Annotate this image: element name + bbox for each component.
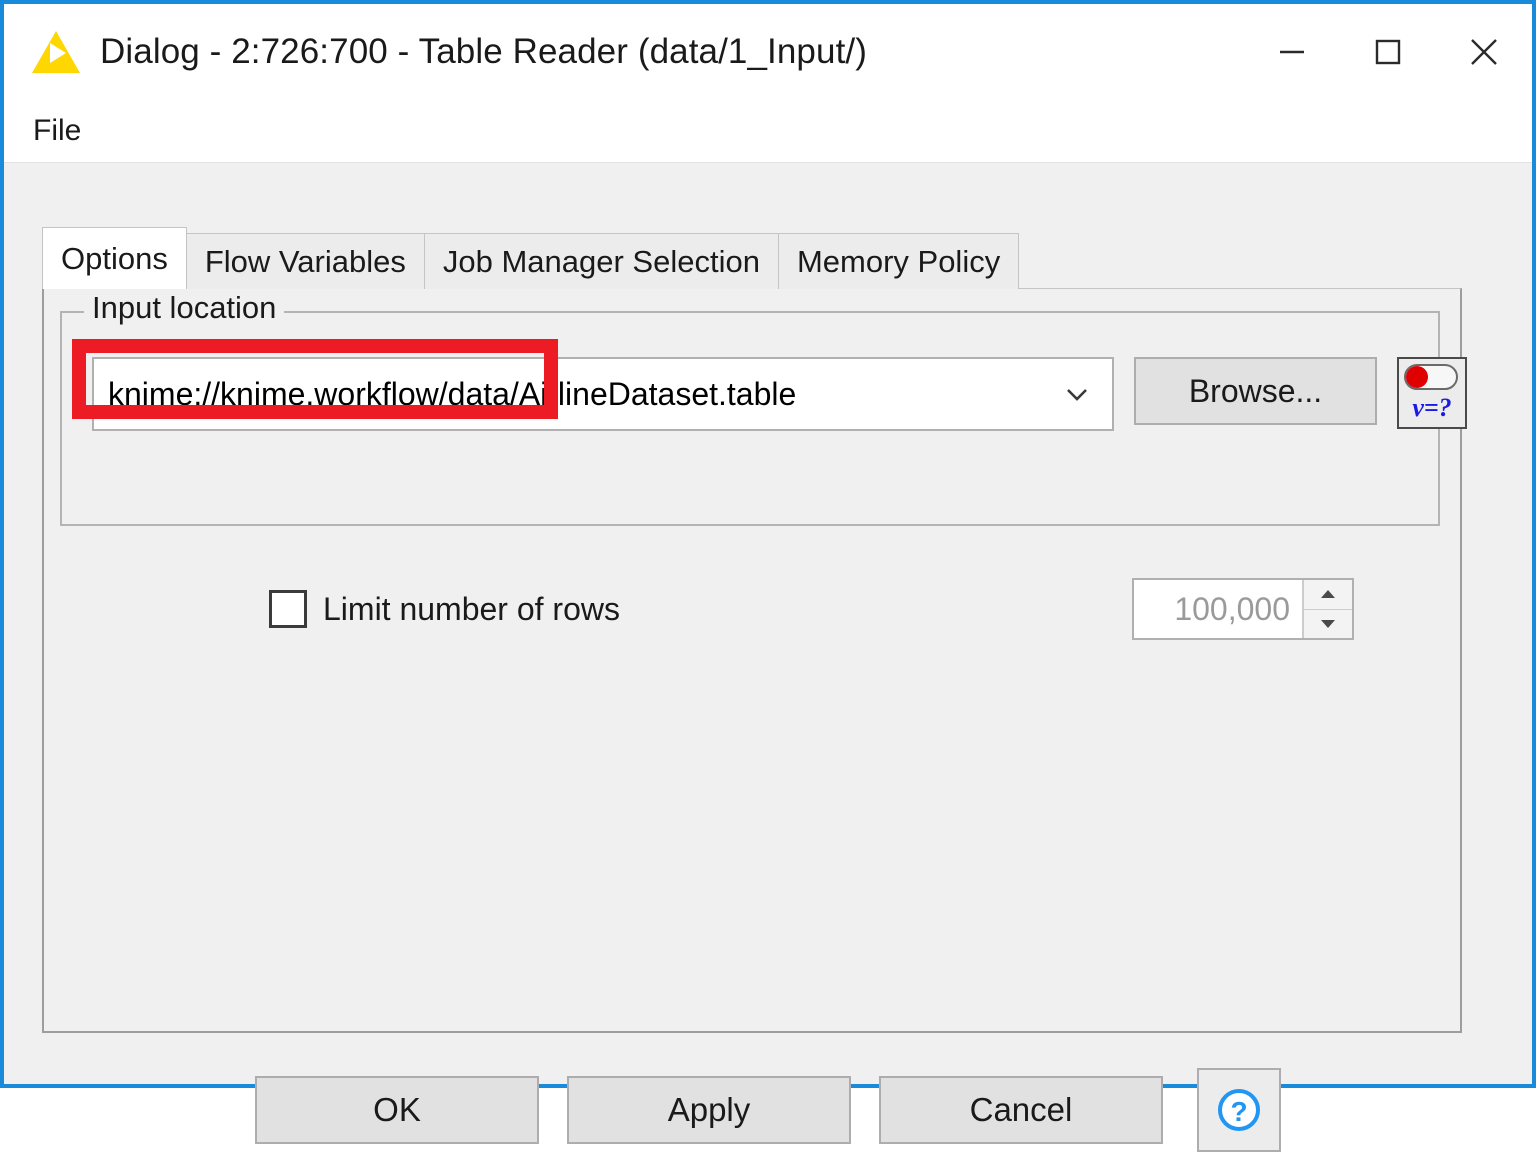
spinner-up-arrow-icon (1321, 590, 1335, 599)
spinner-up-button[interactable] (1304, 580, 1352, 610)
limit-rows-label: Limit number of rows (323, 590, 620, 627)
ok-button[interactable]: OK (255, 1076, 539, 1144)
svg-text:v=?: v=? (1412, 393, 1451, 422)
input-location-group-title: Input location (84, 290, 285, 326)
dialog-window: Dialog - 2:726:700 - Table Reader (data/… (0, 0, 1536, 1152)
menu-item-file[interactable]: File (19, 110, 95, 152)
spinner-down-button[interactable] (1304, 609, 1352, 638)
apply-button[interactable]: Apply (567, 1076, 851, 1144)
chevron-down-icon[interactable] (1064, 381, 1090, 407)
menu-bar: File (4, 100, 1532, 163)
minimize-button[interactable] (1244, 4, 1340, 100)
spinner-down-arrow-icon (1321, 619, 1335, 628)
flow-variable-icon: v=? (1399, 359, 1465, 427)
row-limit-value: 100,000 (1174, 590, 1290, 627)
minimize-icon (1280, 50, 1304, 54)
browse-button[interactable]: Browse... (1134, 357, 1377, 425)
spinner-arrows (1302, 580, 1352, 638)
maximize-icon (1375, 39, 1401, 65)
row-limit-spinner[interactable]: 100,000 (1132, 578, 1354, 640)
help-question-icon: ? (1218, 1089, 1260, 1131)
tab-memory-policy[interactable]: Memory Policy (777, 233, 1020, 289)
tab-flow-variables[interactable]: Flow Variables (185, 233, 425, 289)
window-controls (1244, 4, 1532, 100)
limit-rows-row: Limit number of rows 100,000 (269, 578, 1354, 640)
help-button[interactable]: ? (1197, 1068, 1281, 1152)
svg-text:?: ? (1230, 1096, 1247, 1127)
knime-triangle-icon (30, 29, 82, 75)
input-location-value: knime://knime.workflow/data/AirlineDatas… (108, 375, 797, 412)
cancel-button[interactable]: Cancel (879, 1076, 1163, 1144)
title-bar: Dialog - 2:726:700 - Table Reader (data/… (4, 4, 1532, 100)
limit-rows-checkbox[interactable] (269, 590, 307, 628)
window-title: Dialog - 2:726:700 - Table Reader (data/… (100, 32, 867, 71)
flow-variable-button[interactable]: v=? (1397, 357, 1467, 429)
dialog-button-bar: OK Apply Cancel ? (4, 1068, 1532, 1152)
tab-job-manager-selection[interactable]: Job Manager Selection (423, 233, 779, 289)
input-location-row: knime://knime.workflow/data/AirlineDatas… (92, 357, 1467, 431)
maximize-button[interactable] (1340, 4, 1436, 100)
close-button[interactable] (1436, 4, 1532, 100)
input-location-group: Input location knime://knime.workflow/da… (60, 290, 1467, 526)
input-location-combobox[interactable]: knime://knime.workflow/data/AirlineDatas… (92, 357, 1114, 431)
tab-options[interactable]: Options (42, 227, 187, 289)
close-icon (1471, 39, 1497, 65)
dialog-body: Options Flow Variables Job Manager Selec… (4, 163, 1532, 1152)
tab-strip: Options Flow Variables Job Manager Selec… (42, 227, 1020, 289)
options-tab-panel: Input location knime://knime.workflow/da… (42, 288, 1467, 1033)
